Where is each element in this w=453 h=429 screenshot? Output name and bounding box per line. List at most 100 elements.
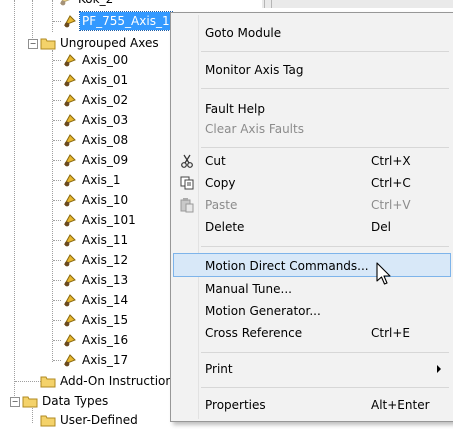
menu-item-shortcut: Del — [371, 220, 391, 234]
menu-item-label: Motion Generator... — [205, 304, 321, 318]
menu-item-copy[interactable]: Copy Ctrl+C — [173, 171, 451, 195]
menu-item-delete[interactable]: Delete Del — [173, 215, 451, 239]
tree-connector — [53, 100, 61, 101]
tree-connector — [53, 360, 61, 361]
tree-item-label: Axis_02 — [82, 93, 129, 107]
tree-connector — [52, 0, 53, 32]
axis-icon — [63, 54, 76, 67]
axis-icon — [63, 314, 76, 327]
tree-item-label: Axis_12 — [82, 253, 129, 267]
tree-connector — [53, 280, 61, 281]
menu-item-goto-module[interactable]: Goto Module — [173, 21, 451, 45]
tree-item-label: Axis_01 — [82, 73, 129, 87]
menu-item-cross-reference[interactable]: Cross Reference Ctrl+E — [173, 321, 451, 345]
tree-item-label: Axis_10 — [82, 193, 129, 207]
menu-item-label: Monitor Axis Tag — [205, 63, 304, 77]
tree-item-label: PF_755_Axis_1 — [79, 11, 173, 31]
folder-icon — [40, 38, 56, 50]
tree-item-label: Axis_15 — [82, 313, 129, 327]
menu-item-label: Cross Reference — [205, 326, 303, 340]
menu-item-motion-direct-commands[interactable]: Motion Direct Commands... — [173, 253, 451, 277]
tree-item-label: Axis_14 — [82, 293, 129, 307]
tree-item-label: Axis_1 — [82, 173, 121, 187]
tree-connector — [53, 180, 61, 181]
folder-icon — [40, 415, 56, 427]
collapse-toggle[interactable]: − — [28, 39, 38, 49]
menu-item-paste[interactable]: Paste Ctrl+V — [173, 193, 451, 217]
tree-item-label: Add-On Instructions — [60, 374, 180, 388]
tree-connector — [53, 240, 61, 241]
menu-item-print[interactable]: Print — [173, 357, 451, 381]
paste-icon — [180, 198, 194, 213]
mouse-pointer-icon — [376, 262, 391, 285]
tree-item-label: Axis_08 — [82, 133, 129, 147]
menu-item-label: Clear Axis Faults — [205, 122, 304, 136]
tree-item-label: Ungrouped Axes — [60, 36, 159, 50]
tree-connector — [53, 120, 61, 121]
folder-icon — [22, 396, 38, 408]
tree-item-label: Kok_2 — [76, 0, 115, 8]
axis-icon — [63, 354, 76, 367]
tree-connector — [53, 140, 61, 141]
axis-icon — [63, 334, 76, 347]
menu-item-properties[interactable]: Properties Alt+Enter — [173, 393, 451, 417]
axis-icon — [63, 134, 76, 147]
axis-icon — [63, 74, 76, 87]
menu-item-monitor-axis-tag[interactable]: Monitor Axis Tag — [173, 58, 451, 82]
menu-item-label: Manual Tune... — [205, 282, 292, 296]
axis-icon — [63, 94, 76, 107]
adjacent-pane — [262, 0, 453, 8]
menu-item-label: Delete — [205, 220, 245, 234]
menu-item-manual-tune[interactable]: Manual Tune... — [173, 277, 451, 301]
axis-icon — [59, 0, 70, 6]
tree-item-label: Axis_13 — [82, 273, 129, 287]
copy-icon — [180, 176, 194, 190]
menu-item-label: Cut — [205, 154, 226, 168]
menu-item-clear-axis-faults[interactable]: Clear Axis Faults — [173, 117, 451, 141]
axis-icon — [63, 114, 76, 127]
menu-item-label: Properties — [205, 398, 266, 412]
menu-separator — [201, 88, 449, 89]
menu-item-cut[interactable]: Cut Ctrl+X — [173, 149, 451, 173]
menu-item-shortcut: Alt+Enter — [371, 398, 430, 412]
tree-item-label: Data Types — [42, 394, 109, 408]
axis-icon — [63, 154, 76, 167]
tree-item-label: Axis_11 — [82, 233, 129, 247]
tree-connector — [53, 60, 61, 61]
axis-icon — [63, 294, 76, 307]
menu-item-shortcut: Ctrl+V — [371, 198, 411, 212]
menu-separator — [201, 352, 449, 353]
tree-connector — [53, 160, 61, 161]
tree-item-label: Axis_09 — [82, 153, 129, 167]
tree-item-label: Axis_16 — [82, 333, 129, 347]
axis-icon — [63, 15, 76, 28]
menu-item-label: Motion Direct Commands... — [205, 259, 369, 273]
tree-connector — [53, 21, 61, 22]
collapse-toggle[interactable]: − — [10, 397, 20, 407]
tree-item-label: Axis_17 — [82, 353, 129, 367]
axis-icon — [63, 174, 76, 187]
axis-icon — [63, 254, 76, 267]
menu-item-label: Print — [205, 362, 233, 376]
menu-item-motion-generator[interactable]: Motion Generator... — [173, 299, 451, 323]
menu-separator — [201, 147, 449, 148]
folder-icon — [40, 376, 56, 388]
tree-item-label: Axis_03 — [82, 113, 129, 127]
tree-connector — [53, 320, 61, 321]
tree-connector — [53, 200, 61, 201]
tree-item-label: Axis_101 — [82, 213, 136, 227]
tree-connector — [32, 0, 33, 44]
axis-icon — [63, 234, 76, 247]
splitter[interactable] — [264, 0, 272, 8]
menu-item-label: Goto Module — [205, 26, 282, 40]
context-menu: Goto Module Monitor Axis Tag Fault Help … — [170, 12, 453, 422]
menu-separator — [201, 51, 449, 52]
tree-connector — [53, 340, 61, 341]
tree-connector — [14, 0, 15, 400]
axis-icon — [63, 214, 76, 227]
tree-item-label: Axis_00 — [82, 53, 129, 67]
scissors-icon — [181, 154, 193, 168]
tree-connector — [53, 220, 61, 221]
menu-item-shortcut: Ctrl+X — [371, 154, 411, 168]
tree-connector — [52, 50, 53, 362]
